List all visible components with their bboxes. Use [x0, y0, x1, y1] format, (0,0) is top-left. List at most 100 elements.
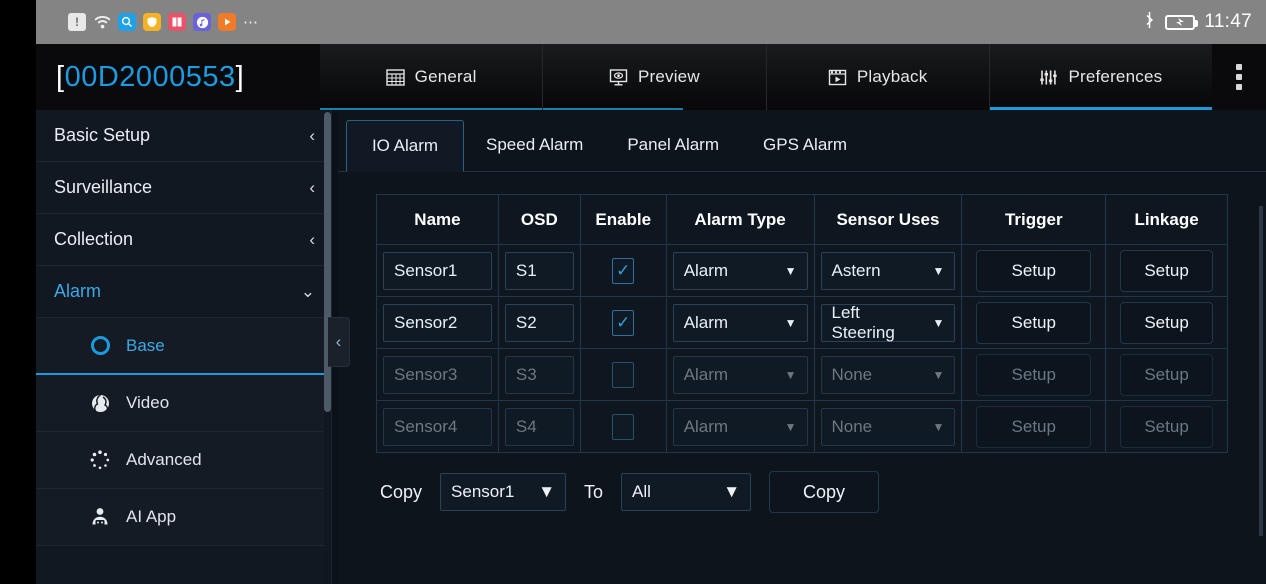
cell-trigger: Setup	[961, 400, 1107, 453]
osd-input[interactable]: S4	[504, 407, 574, 446]
chevron-left-icon: ‹	[309, 229, 315, 249]
cell-alarm-type: Alarm ▼	[665, 348, 815, 401]
tab-playback-label: Playback	[856, 67, 928, 86]
sidebar-subitem-label: Base	[126, 335, 165, 355]
sidebar-subitem-advanced[interactable]: Advanced	[36, 432, 331, 489]
enable-checkbox[interactable]: ✓	[612, 361, 635, 388]
sidebar-item-surveillance[interactable]: Surveillance ‹	[36, 162, 331, 214]
name-input[interactable]: Sensor3	[383, 355, 492, 394]
sidebar-subitem-video[interactable]: Video	[36, 375, 331, 432]
chevron-down-icon: ▼	[932, 263, 945, 278]
enable-checkbox[interactable]: ✓	[612, 257, 635, 284]
linkage-setup-button[interactable]: Setup	[1120, 353, 1213, 396]
copy-button[interactable]: Copy	[769, 471, 880, 513]
sidebar-subitem-base[interactable]: Base	[36, 318, 331, 375]
osd-input[interactable]: S2	[504, 303, 574, 342]
sidebar-item-basic-setup[interactable]: Basic Setup ‹	[36, 110, 331, 162]
copy-target-select[interactable]: All ▼	[621, 473, 752, 511]
copy-source-select[interactable]: Sensor1 ▼	[440, 473, 567, 511]
device-id-value: 00D2000553	[64, 60, 236, 93]
tab-preferences[interactable]: Preferences	[989, 44, 1212, 110]
app-screen: ! ⋯ 11:47 [00D2000553] General Preview…	[0, 0, 1266, 584]
sidebar-scrollbar-thumb[interactable]	[324, 112, 331, 412]
subtab-label: Speed Alarm	[486, 135, 584, 154]
cell-alarm-type: Alarm ▼	[665, 244, 815, 297]
cell-enable: ✓	[579, 296, 667, 349]
sidebar-item-collection[interactable]: Collection ‹	[36, 214, 331, 266]
cell-trigger: Setup	[961, 244, 1107, 297]
linkage-setup-button[interactable]: Setup	[1120, 249, 1213, 292]
trigger-setup-button[interactable]: Setup	[976, 249, 1092, 292]
column-header-linkage: Linkage	[1105, 194, 1228, 245]
cell-sensor-uses: Astern ▼	[813, 244, 963, 297]
cell-name: Sensor1	[376, 244, 499, 297]
enable-checkbox[interactable]: ✓	[612, 309, 635, 336]
alarm-type-value: Alarm	[683, 260, 729, 280]
sensor-uses-select[interactable]: Left Steering ▼	[820, 303, 956, 342]
enable-checkbox[interactable]: ✓	[612, 413, 635, 440]
alarm-type-select[interactable]: Alarm ▼	[672, 355, 808, 394]
globe-icon	[88, 393, 112, 414]
sidebar-item-alarm[interactable]: Alarm ⌄	[36, 266, 331, 318]
main-tab-bar: General Preview Playback Preferences	[320, 44, 1212, 110]
cell-sensor-uses: None ▼	[813, 400, 963, 453]
chevron-down-icon: ▼	[932, 315, 945, 330]
cell-linkage: Setup	[1105, 348, 1228, 401]
tab-playback[interactable]: Playback	[767, 44, 990, 110]
chevron-down-icon: ▼	[784, 315, 797, 330]
name-input[interactable]: Sensor1	[383, 251, 492, 290]
cell-osd: S1	[497, 244, 581, 297]
alarm-type-select[interactable]: Alarm ▼	[672, 303, 808, 342]
name-input[interactable]: Sensor2	[383, 303, 492, 342]
trigger-setup-button[interactable]: Setup	[976, 405, 1092, 448]
sensor-uses-select[interactable]: None ▼	[820, 407, 956, 446]
column-header-sensor-uses: Sensor Uses	[813, 194, 963, 245]
subtab-label: Panel Alarm	[627, 135, 720, 154]
osd-input[interactable]: S1	[504, 251, 574, 290]
osd-input[interactable]: S3	[504, 355, 574, 394]
tab-general-label: General	[414, 67, 477, 86]
tab-general[interactable]: General	[320, 44, 544, 110]
subtab-speed-alarm[interactable]: Speed Alarm	[464, 119, 605, 171]
column-header-enable: Enable	[579, 194, 667, 245]
subtab-io-alarm[interactable]: IO Alarm	[346, 120, 464, 172]
cell-sensor-uses: Left Steering ▼	[813, 296, 963, 349]
chevron-down-icon: ▼	[538, 482, 556, 501]
tab-preview[interactable]: Preview	[543, 44, 767, 110]
device-id: [00D2000553]	[36, 44, 320, 110]
column-header-osd: OSD	[497, 194, 581, 245]
overflow-menu-button[interactable]	[1212, 44, 1266, 110]
subtab-label: IO Alarm	[371, 136, 439, 155]
linkage-setup-button[interactable]: Setup	[1120, 301, 1213, 344]
status-bar-notification-icons: ! ⋯	[68, 13, 259, 31]
cell-linkage: Setup	[1105, 400, 1228, 453]
alarm-type-value: Alarm	[683, 364, 729, 384]
name-input[interactable]: Sensor4	[383, 407, 492, 446]
monitor-eye-icon	[609, 68, 628, 87]
sidebar-subitem-ai-app[interactable]: AI App	[36, 489, 331, 546]
alarm-type-select[interactable]: Alarm ▼	[672, 251, 808, 290]
tab-preview-label: Preview	[637, 67, 700, 86]
chevron-down-icon: ▼	[932, 367, 945, 382]
trigger-setup-button[interactable]: Setup	[976, 301, 1092, 344]
sidebar-item-label: Collection	[54, 229, 134, 249]
sensor-uses-select[interactable]: None ▼	[820, 355, 956, 394]
alarm-type-select[interactable]: Alarm ▼	[672, 407, 808, 446]
dots-circle-icon	[88, 449, 112, 471]
sidebar-collapse-handle[interactable]: ‹	[328, 317, 350, 367]
alarm-type-value: Alarm	[683, 416, 729, 436]
cell-enable: ✓	[579, 348, 667, 401]
sensor-uses-select[interactable]: Astern ▼	[820, 251, 956, 290]
more-vertical-icon-dot	[1236, 74, 1242, 80]
chevron-down-icon: ▼	[784, 263, 797, 278]
more-notifications-icon: ⋯	[243, 14, 259, 31]
subtab-gps-alarm[interactable]: GPS Alarm	[741, 119, 869, 171]
trigger-setup-button[interactable]: Setup	[976, 353, 1092, 396]
linkage-setup-button[interactable]: Setup	[1120, 405, 1213, 448]
copy-label: Copy	[380, 481, 423, 502]
content-scrollbar-thumb[interactable]	[1259, 206, 1263, 536]
chevron-down-icon: ▼	[784, 419, 797, 434]
chevron-left-icon: ‹	[309, 177, 315, 197]
column-header-alarm-type: Alarm Type	[665, 194, 815, 245]
subtab-panel-alarm[interactable]: Panel Alarm	[605, 119, 741, 171]
